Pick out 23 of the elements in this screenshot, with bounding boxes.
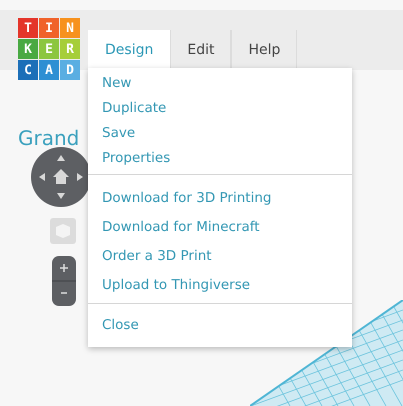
- logo-tile: E: [39, 39, 59, 59]
- menu-item[interactable]: Duplicate: [88, 95, 352, 120]
- logo-tile: C: [18, 60, 38, 80]
- logo-tile: D: [60, 60, 80, 80]
- menu-item[interactable]: Properties: [88, 145, 352, 170]
- logo-tile: K: [18, 39, 38, 59]
- menu-item[interactable]: New: [88, 70, 352, 95]
- design-title: Grand: [18, 126, 80, 150]
- zoom-control-icon[interactable]: [52, 256, 76, 306]
- menu-item[interactable]: Order a 3D Print: [88, 241, 352, 270]
- menu-item[interactable]: Save: [88, 120, 352, 145]
- menu-item[interactable]: Download for 3D Printing: [88, 183, 352, 212]
- menu-tab[interactable]: Design: [88, 30, 170, 70]
- menu-item[interactable]: Download for Minecraft: [88, 212, 352, 241]
- menu-tab[interactable]: Edit: [170, 30, 232, 70]
- logo-tile: T: [18, 18, 38, 38]
- logo-tile: N: [60, 18, 80, 38]
- menu-tab[interactable]: Help: [231, 30, 298, 70]
- menu-item[interactable]: Close: [88, 312, 352, 337]
- logo-tile: R: [60, 39, 80, 59]
- logo-tile: A: [39, 60, 59, 80]
- menu-item[interactable]: Upload to Thingiverse: [88, 270, 352, 299]
- logo-tile: I: [39, 18, 59, 38]
